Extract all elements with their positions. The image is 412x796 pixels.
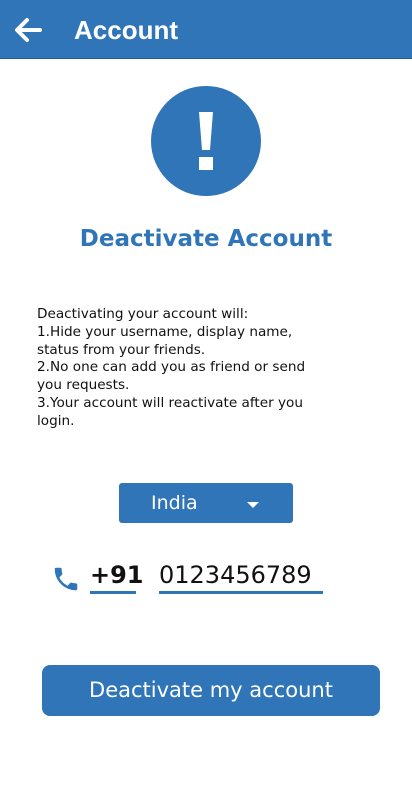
caret-down-icon — [247, 502, 259, 508]
app-bar: Account — [0, 0, 412, 59]
deactivate-button-label: Deactivate my account — [89, 678, 333, 702]
info-line: 1.Hide your username, display name, — [37, 323, 293, 340]
info-line: 3.Your account will reactivate after you — [37, 394, 303, 411]
arrow-left-icon — [15, 18, 42, 42]
exclamation-icon — [199, 112, 213, 170]
phone-icon — [54, 567, 78, 591]
page-title: Account — [74, 15, 178, 45]
deactivation-info: Deactivating your account will: 1.Hide y… — [37, 306, 317, 431]
phone-number-field[interactable]: 0123456789 — [159, 560, 323, 594]
info-line: status from your friends. — [37, 341, 206, 358]
country-select-value: India — [151, 492, 198, 514]
info-line: 2.No one can add you as friend or send — [37, 359, 306, 376]
info-line: you requests. — [37, 377, 130, 394]
back-button[interactable] — [10, 12, 46, 48]
country-code-field[interactable]: +91 — [90, 560, 144, 594]
country-select[interactable]: India — [119, 483, 293, 523]
info-line: login. — [37, 412, 75, 429]
deactivate-account-button[interactable]: Deactivate my account — [42, 665, 380, 716]
alert-badge — [151, 86, 261, 196]
info-line: Deactivating your account will: — [37, 306, 249, 322]
deactivate-heading: Deactivate Account — [79, 226, 333, 252]
